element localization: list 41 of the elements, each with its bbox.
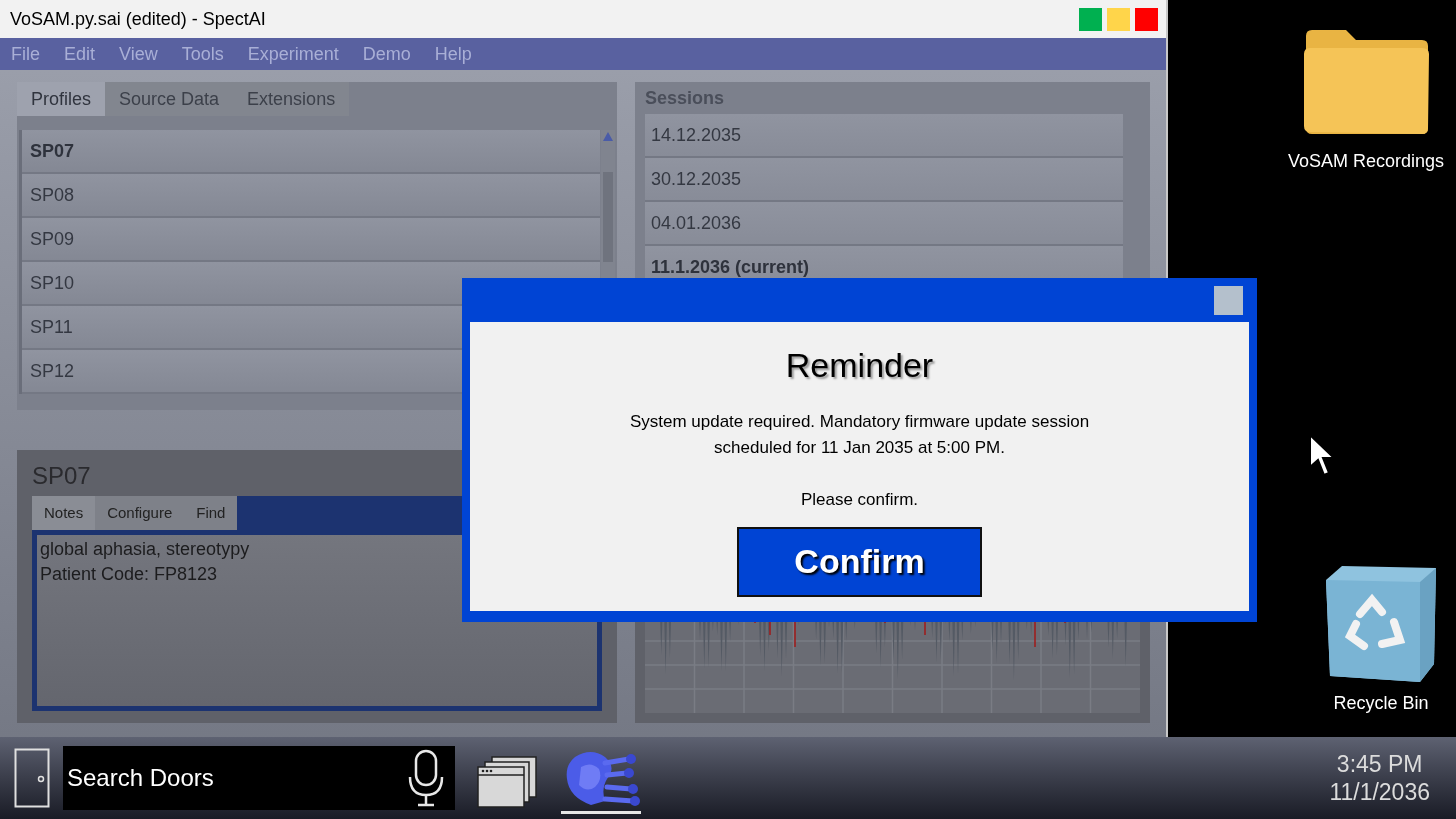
note-line: global aphasia, stereotypy <box>40 538 251 561</box>
menu-item[interactable]: Tools <box>181 40 224 68</box>
tab[interactable]: Configure <box>95 496 185 530</box>
recycle-bin-icon[interactable] <box>1324 564 1438 684</box>
session-row[interactable]: 30.12.2035 <box>645 158 1123 202</box>
session-row[interactable]: 14.12.2035 <box>645 114 1123 158</box>
search-field[interactable]: Search Doors <box>67 760 407 796</box>
menu-item[interactable]: Experiment <box>247 40 339 68</box>
dialog-message: System update required. Mandatory firmware update session scheduled for 11 Jan 2035 at 5:00 PM. <box>628 411 1091 459</box>
tab[interactable]: Notes <box>32 496 96 530</box>
profile-row[interactable]: SP09 <box>22 218 600 262</box>
tab[interactable]: Source Data <box>105 82 234 116</box>
window-stack-icon[interactable] <box>476 754 538 809</box>
dialog-title: Reminder <box>785 345 934 386</box>
tab[interactable]: Profiles <box>17 82 106 116</box>
menu-item[interactable]: File <box>11 40 40 68</box>
profile-row[interactable]: SP08 <box>22 174 600 218</box>
door-icon[interactable] <box>14 748 50 808</box>
folder-icon[interactable] <box>1301 28 1430 136</box>
menu-item[interactable]: View <box>119 40 158 68</box>
window-title: VoSAM.py.sai (edited) - SpectAI <box>10 7 266 31</box>
menu-item[interactable]: Help <box>434 40 472 68</box>
window-control-button[interactable] <box>1135 7 1158 31</box>
tab[interactable]: Find <box>184 496 238 530</box>
profile-row[interactable]: SP07 <box>22 130 600 174</box>
search-bar[interactable]: Search Doors <box>63 746 455 810</box>
session-row[interactable]: 04.01.2036 <box>645 202 1123 246</box>
microphone-icon[interactable] <box>407 749 445 807</box>
clock-date: 11/1/2036 <box>1329 778 1430 806</box>
clock-time: 3:45 PM <box>1336 750 1423 778</box>
menu-item[interactable]: Edit <box>64 40 96 68</box>
desktop-icon-label[interactable]: VoSAM Recordings <box>1287 148 1444 175</box>
confirm-button[interactable]: Confirm <box>737 526 982 597</box>
desktop-icon-label[interactable]: Recycle Bin <box>1333 690 1429 717</box>
close-button[interactable] <box>1214 285 1243 315</box>
note-line: Patient Code: FP8123 <box>40 563 219 586</box>
tab[interactable]: Extensions <box>233 82 350 116</box>
menu-item[interactable]: Demo <box>362 40 411 68</box>
dialog-prompt: Please confirm. <box>800 489 919 511</box>
window-control-button[interactable] <box>1079 7 1102 31</box>
detail-title: SP07 <box>32 461 92 491</box>
